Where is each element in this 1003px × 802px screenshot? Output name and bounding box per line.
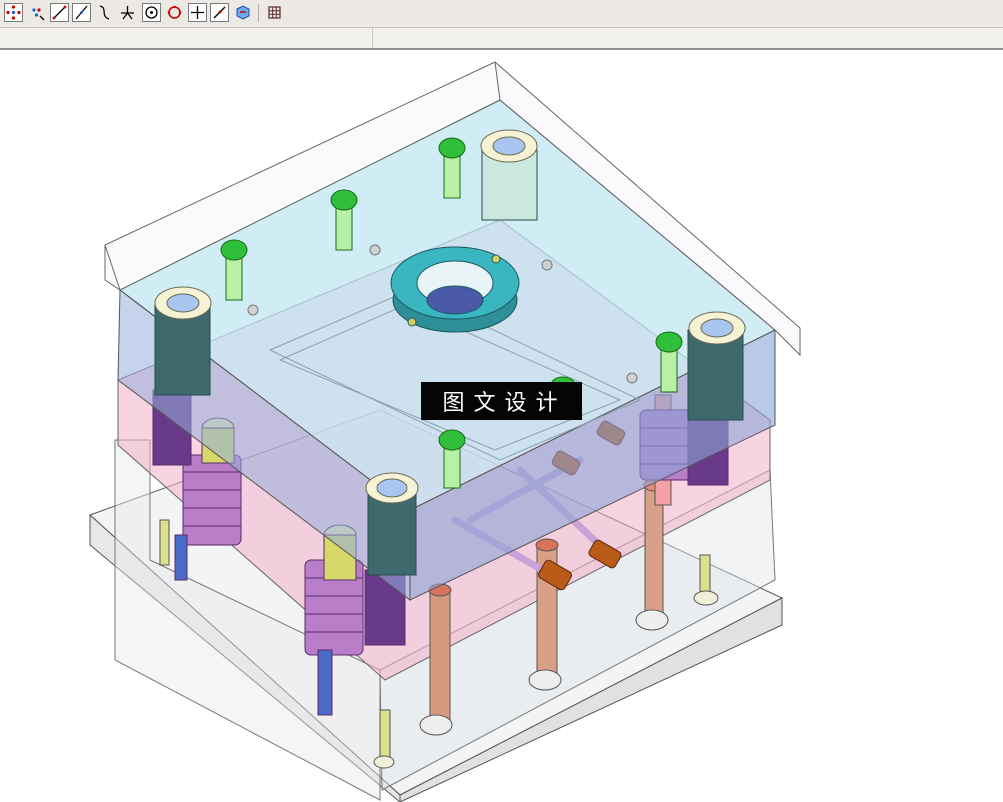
pen-line-icon[interactable] bbox=[210, 3, 229, 22]
model-viewport[interactable] bbox=[0, 52, 1003, 802]
move-points-icon[interactable] bbox=[27, 3, 46, 22]
select-all-icon[interactable] bbox=[4, 3, 23, 22]
circle-icon[interactable] bbox=[165, 3, 184, 22]
crosshair-icon[interactable] bbox=[188, 3, 207, 22]
mold-assembly-model bbox=[89, 61, 801, 802]
shaded-view-icon[interactable] bbox=[233, 3, 252, 22]
curve-icon[interactable] bbox=[95, 3, 114, 22]
line-icon[interactable] bbox=[50, 3, 69, 22]
status-bar bbox=[0, 28, 1003, 50]
circle-center-icon[interactable] bbox=[142, 3, 161, 22]
toolbar-separator bbox=[258, 4, 259, 22]
branch-icon[interactable] bbox=[118, 3, 137, 22]
locating-ring bbox=[390, 246, 520, 333]
status-field-1 bbox=[0, 28, 373, 48]
status-field-2 bbox=[373, 28, 1003, 48]
line-angle-icon[interactable] bbox=[72, 3, 91, 22]
grid-icon[interactable] bbox=[265, 3, 284, 22]
toolbar bbox=[0, 0, 1003, 28]
watermark-label: 图文设计 bbox=[421, 382, 582, 420]
